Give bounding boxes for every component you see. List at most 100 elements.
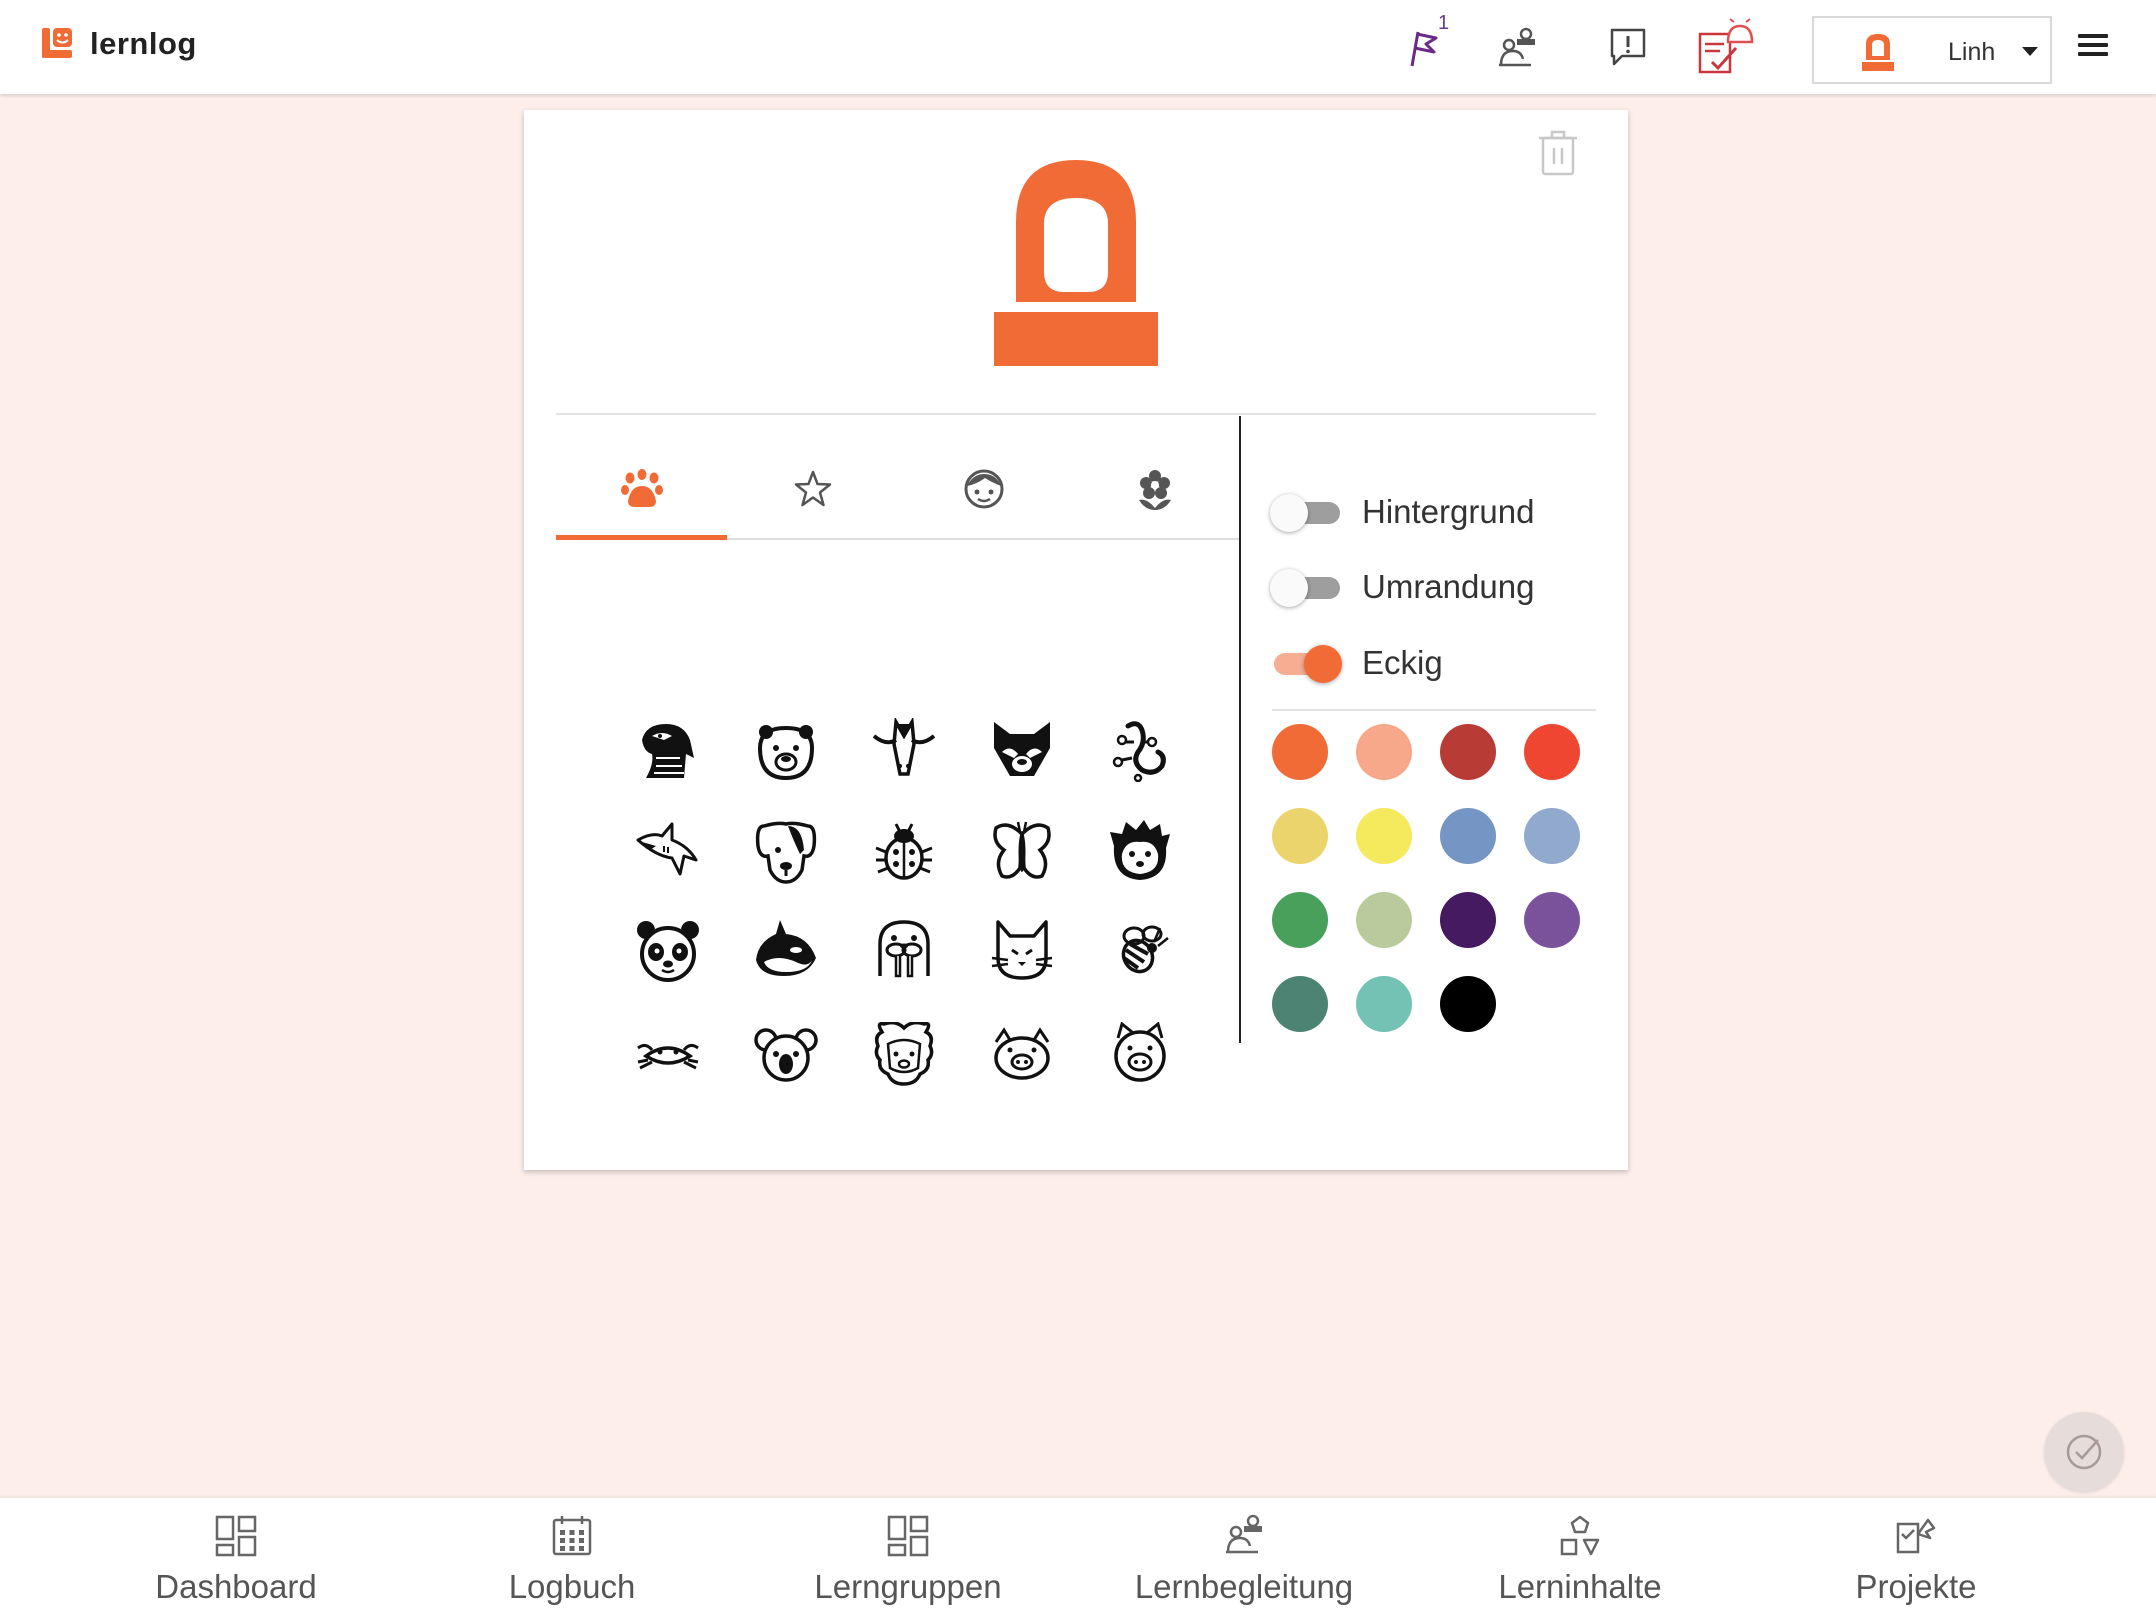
gecko-icon <box>1112 721 1166 783</box>
color-swatch[interactable] <box>1356 976 1412 1032</box>
animal-dog[interactable] <box>754 820 818 884</box>
animal-crab[interactable] <box>636 1022 700 1086</box>
toggle-border-label: Umrandung <box>1362 568 1535 605</box>
color-swatch[interactable] <box>1356 724 1412 780</box>
animal-hedgehog[interactable] <box>1108 820 1172 884</box>
shark-icon <box>636 822 698 876</box>
animal-panda[interactable] <box>636 918 700 982</box>
nav-label: Lerngruppen <box>814 1568 1002 1605</box>
hedgehog-icon <box>1110 820 1170 880</box>
animal-ladybug[interactable] <box>872 820 936 884</box>
toggle-border[interactable]: Umrandung <box>1270 562 1534 612</box>
coaching-button[interactable] <box>1488 18 1548 78</box>
hamburger-line <box>2078 43 2108 47</box>
animal-bear[interactable] <box>754 718 818 782</box>
animal-shark[interactable] <box>636 820 700 884</box>
color-swatch[interactable] <box>1440 724 1496 780</box>
color-palette <box>1272 724 1612 1064</box>
color-swatch[interactable] <box>1440 976 1496 1032</box>
face-icon <box>964 469 1003 509</box>
nav-projekte[interactable]: Projekte <box>1748 1498 2084 1618</box>
color-swatch[interactable] <box>1524 892 1580 948</box>
butterfly-icon <box>993 821 1051 879</box>
animal-koala[interactable] <box>754 1022 818 1086</box>
calendar-icon <box>552 1516 592 1556</box>
cat-icon <box>991 920 1053 980</box>
tasks-alert-button[interactable] <box>1694 18 1754 78</box>
hamburger-menu-button[interactable] <box>2078 34 2108 58</box>
color-swatch[interactable] <box>1440 808 1496 864</box>
divider <box>556 413 1596 415</box>
color-swatch[interactable] <box>1440 892 1496 948</box>
orca-icon <box>756 920 816 976</box>
flower-icon <box>1138 470 1171 510</box>
nav-label: Logbuch <box>508 1568 636 1605</box>
border-switch[interactable] <box>1270 567 1342 607</box>
confirm-fab-button[interactable] <box>2044 1412 2124 1492</box>
divider <box>1272 709 1596 711</box>
dog-icon <box>755 821 817 884</box>
color-swatch[interactable] <box>1356 808 1412 864</box>
animal-butterfly[interactable] <box>990 820 1054 884</box>
color-swatch[interactable] <box>1356 892 1412 948</box>
animal-pig[interactable] <box>990 1022 1054 1086</box>
switch-knob <box>1270 569 1308 607</box>
switch-knob <box>1304 645 1342 683</box>
toggle-background[interactable]: Hintergrund <box>1270 487 1534 537</box>
nav-dashboard[interactable]: Dashboard <box>68 1498 404 1618</box>
tab-plants[interactable] <box>1069 440 1240 538</box>
color-swatch[interactable] <box>1272 808 1328 864</box>
nav-label: Lernbegleitung <box>1134 1568 1354 1605</box>
animal-bee[interactable] <box>1108 918 1172 982</box>
animal-fox[interactable] <box>990 718 1054 782</box>
nav-lernbegleitung[interactable]: Lernbegleitung <box>1076 1498 1412 1618</box>
groups-icon <box>887 1515 929 1557</box>
toggle-square[interactable]: Eckig <box>1270 638 1443 688</box>
animal-sheep[interactable] <box>872 1020 936 1086</box>
active-tab-indicator <box>556 535 727 540</box>
eagle-icon <box>642 724 694 778</box>
bee-icon <box>1121 925 1169 974</box>
color-swatch[interactable] <box>1524 808 1580 864</box>
tasks-alert-icon <box>1698 18 1754 74</box>
nav-logbuch[interactable]: Logbuch <box>404 1498 740 1618</box>
feedback-button[interactable] <box>1598 18 1658 78</box>
delete-avatar-button[interactable] <box>1536 128 1580 178</box>
animal-walrus[interactable] <box>872 918 936 982</box>
bull-icon <box>872 716 936 776</box>
animal-pig-face[interactable] <box>1108 1021 1172 1086</box>
user-avatar-stamp-icon <box>1862 34 1894 71</box>
color-swatch[interactable] <box>1524 724 1580 780</box>
app-name: lernlog <box>90 26 197 61</box>
switch-knob <box>1270 494 1308 532</box>
animal-cat[interactable] <box>990 918 1054 982</box>
projects-icon <box>1896 1518 1936 1554</box>
bear-icon <box>757 725 815 781</box>
square-switch[interactable] <box>1270 643 1342 683</box>
pig-icon <box>994 1027 1050 1080</box>
lernlog-logo-icon <box>42 28 72 58</box>
ladybug-icon <box>875 823 933 880</box>
animal-bull[interactable] <box>872 716 936 782</box>
app-logo[interactable]: lernlog <box>40 26 197 62</box>
flag-count-badge: 1 <box>1438 12 1450 34</box>
user-menu-dropdown[interactable]: Linh <box>1812 16 2052 84</box>
avatar-preview-stamp-icon <box>994 160 1158 366</box>
nav-lerngruppen[interactable]: Lerngruppen <box>740 1498 1076 1618</box>
tab-faces[interactable] <box>898 440 1069 538</box>
color-swatch[interactable] <box>1272 724 1328 780</box>
tab-animals[interactable] <box>556 440 727 540</box>
shapes-icon <box>1560 1515 1600 1556</box>
animal-eagle[interactable] <box>636 718 700 782</box>
hamburger-icon <box>2078 34 2108 38</box>
color-swatch[interactable] <box>1272 892 1328 948</box>
feedback-icon <box>1610 28 1646 66</box>
symbol-category-tabs <box>556 440 1239 540</box>
toggle-background-label: Hintergrund <box>1362 493 1535 530</box>
animal-gecko[interactable] <box>1108 718 1172 783</box>
animal-orca[interactable] <box>754 918 818 982</box>
tab-favorites[interactable] <box>727 440 898 538</box>
background-switch[interactable] <box>1270 492 1342 532</box>
color-swatch[interactable] <box>1272 976 1328 1032</box>
nav-lerninhalte[interactable]: Lerninhalte <box>1412 1498 1748 1618</box>
